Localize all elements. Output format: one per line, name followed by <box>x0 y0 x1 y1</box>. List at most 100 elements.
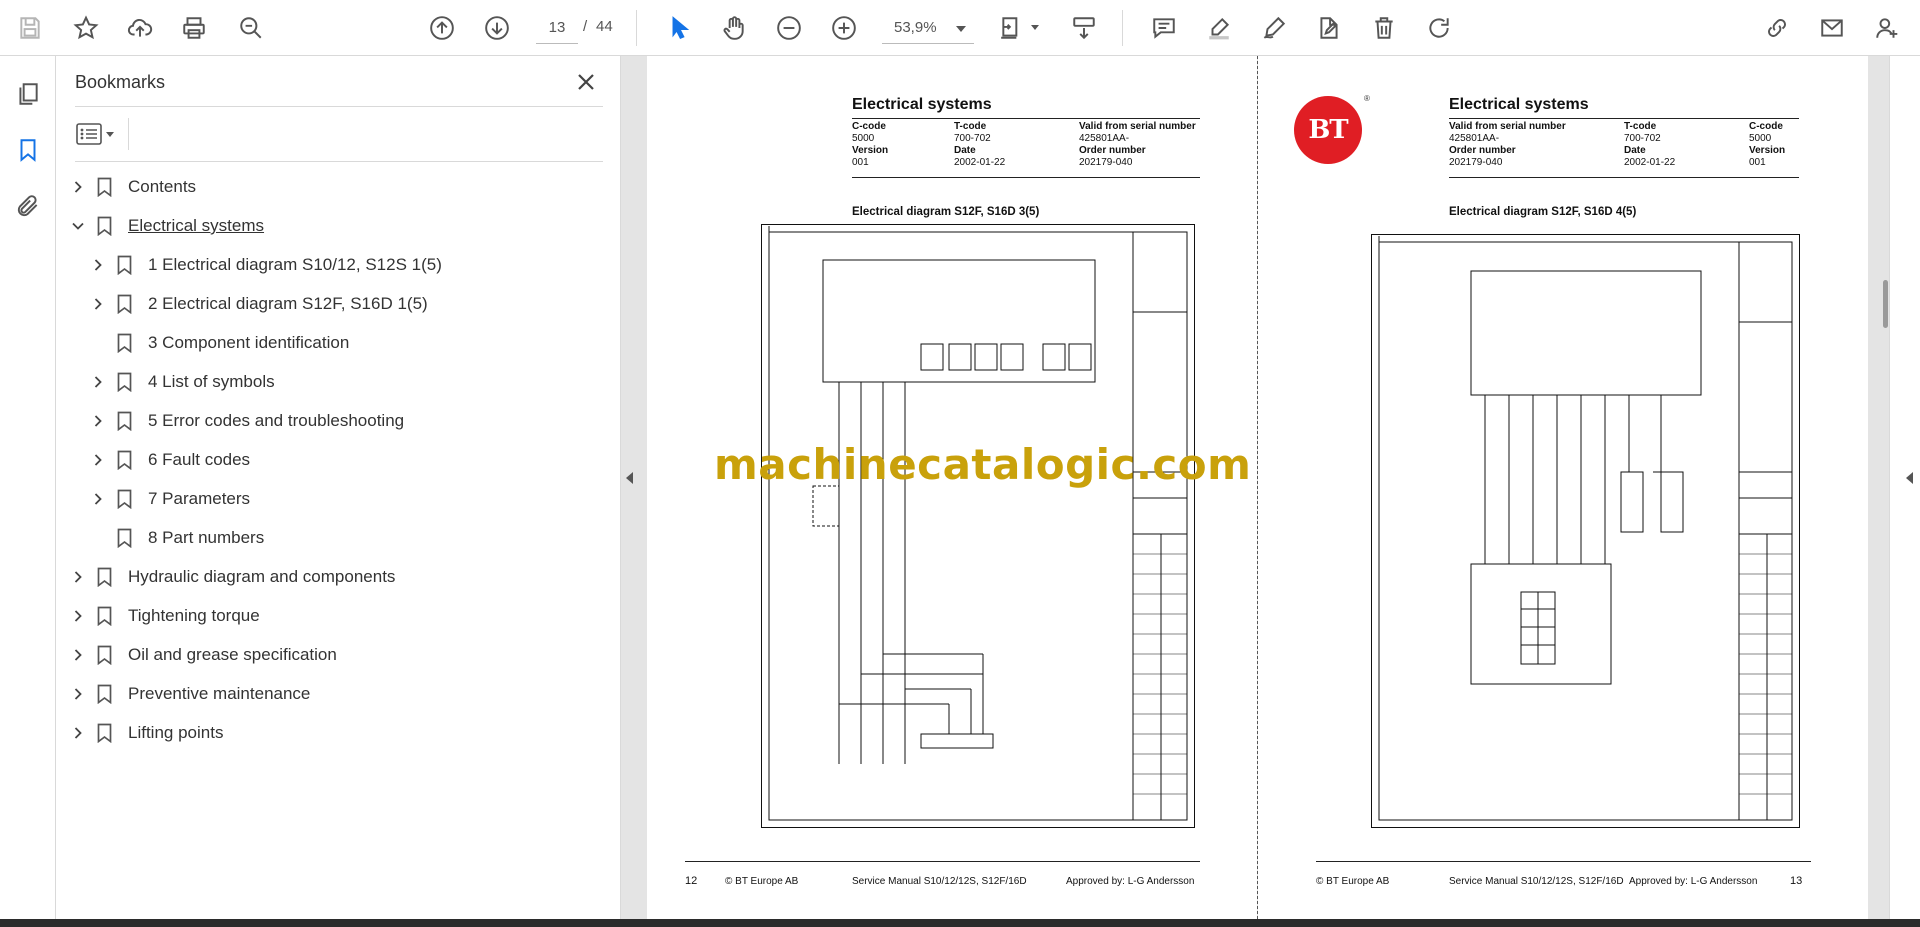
meta-value: 001 <box>852 157 869 168</box>
trash-icon[interactable] <box>1368 12 1400 44</box>
comment-icon[interactable] <box>1148 12 1180 44</box>
bookmark-item[interactable]: Electrical systems <box>68 211 264 241</box>
bookmark-item[interactable]: Preventive maintenance <box>68 679 310 709</box>
bookmarks-panel-icon[interactable] <box>12 134 44 166</box>
page-fit-icon[interactable] <box>996 12 1028 44</box>
panel-title: Bookmarks <box>75 72 166 92</box>
bookmark-icon <box>94 722 114 744</box>
chevron-right-icon[interactable] <box>88 450 108 470</box>
attachments-icon[interactable] <box>12 190 44 222</box>
select-cursor-icon[interactable] <box>664 12 696 44</box>
diagram-title: Electrical diagram S12F, S16D 4(5) <box>1449 206 1637 218</box>
footer-rule <box>1316 861 1811 862</box>
bookmark-item[interactable]: Contents <box>68 172 196 202</box>
meta-value: 001 <box>1749 157 1766 168</box>
bookmark-label: 4 List of symbols <box>148 372 275 391</box>
toolbar-divider <box>636 10 637 46</box>
rotate-icon[interactable] <box>1423 12 1455 44</box>
panel-divider <box>75 106 603 107</box>
meta-col-1: Valid from serial number 425801AA- Order… <box>1449 121 1566 169</box>
email-icon[interactable] <box>1816 12 1848 44</box>
bookmark-icon <box>114 488 134 510</box>
vertical-scrollbar[interactable] <box>1882 56 1889 919</box>
chevron-right-icon[interactable] <box>68 645 88 665</box>
page-number-input[interactable] <box>536 12 578 44</box>
bookmark-label: Oil and grease specification <box>128 645 337 664</box>
hand-tool-icon[interactable] <box>718 12 750 44</box>
bookmark-item[interactable]: Lifting points <box>68 718 223 748</box>
bookmark-label: 5 Error codes and troubleshooting <box>148 411 405 430</box>
sign-pen-icon[interactable] <box>1258 12 1290 44</box>
bookmark-label: 3 Component identification <box>148 333 350 352</box>
chevron-right-icon[interactable] <box>68 684 88 704</box>
bookmark-item[interactable]: Tightening torque <box>68 601 260 631</box>
chevron-right-icon[interactable] <box>68 177 88 197</box>
meta-label: C-code <box>1749 121 1783 132</box>
next-page-icon[interactable] <box>481 12 513 44</box>
bookmark-item[interactable]: 1 Electrical diagram S10/12, S12S 1(5) <box>88 250 442 280</box>
chevron-right-icon[interactable] <box>68 567 88 587</box>
bt-logo: BT <box>1294 96 1362 164</box>
bookmark-item[interactable]: Oil and grease specification <box>68 640 337 670</box>
zoom-out-icon[interactable] <box>773 12 805 44</box>
header-rule <box>852 177 1200 178</box>
chevron-right-icon[interactable] <box>68 606 88 626</box>
bookmark-item[interactable]: Hydraulic diagram and components <box>68 562 395 592</box>
chevron-right-icon[interactable] <box>88 294 108 314</box>
bookmark-options-button[interactable] <box>76 119 124 149</box>
previous-page-icon[interactable] <box>426 12 458 44</box>
chevron-right-icon[interactable] <box>88 372 108 392</box>
page-thumbnails-icon[interactable] <box>12 78 44 110</box>
chevron-right-icon[interactable] <box>68 723 88 743</box>
bookmark-item[interactable]: 3 Component identification <box>88 328 349 358</box>
panel-divider <box>128 118 129 150</box>
scrollbar-thumb[interactable] <box>1883 280 1888 328</box>
footer-manual: Service Manual S10/12/12S, S12F/16D <box>852 876 1027 887</box>
upload-cloud-icon[interactable] <box>124 12 156 44</box>
add-user-icon[interactable] <box>1871 12 1903 44</box>
bookmark-item[interactable]: 7 Parameters <box>88 484 250 514</box>
chevron-right-icon[interactable] <box>88 411 108 431</box>
chevron-left-icon[interactable] <box>1906 472 1913 484</box>
bookmark-label: 8 Part numbers <box>148 528 265 547</box>
meta-label: Order number <box>1449 145 1516 156</box>
bookmark-icon <box>94 644 114 666</box>
zoom-level-dropdown[interactable]: 53,9% <box>882 12 974 44</box>
bookmark-item[interactable]: 2 Electrical diagram S12F, S16D 1(5) <box>88 289 428 319</box>
highlight-pen-icon[interactable] <box>1203 12 1235 44</box>
diagram-title: Electrical diagram S12F, S16D 3(5) <box>852 206 1040 218</box>
bookmark-label: 2 Electrical diagram S12F, S16D 1(5) <box>148 294 428 313</box>
bookmark-icon <box>94 566 114 588</box>
page-number: 13 <box>1790 875 1803 887</box>
registered-mark: ® <box>1364 94 1370 103</box>
section-title: Electrical systems <box>852 96 992 113</box>
close-icon <box>578 74 594 90</box>
share-link-icon[interactable] <box>1761 12 1793 44</box>
header-rule <box>852 118 1200 119</box>
bookmark-item[interactable]: 4 List of symbols <box>88 367 275 397</box>
search-zoom-icon[interactable] <box>235 12 267 44</box>
scroll-mode-icon[interactable] <box>1068 12 1100 44</box>
chevron-down-icon <box>956 26 966 32</box>
chevron-right-icon[interactable] <box>88 489 108 509</box>
save-icon[interactable] <box>14 12 46 44</box>
meta-value: 425801AA- <box>1079 133 1130 144</box>
chevron-down-icon[interactable] <box>1031 25 1039 30</box>
footer-approved: Approved by: L-G Andersson <box>1066 876 1195 887</box>
bookmark-item[interactable]: 5 Error codes and troubleshooting <box>88 406 404 436</box>
edit-document-icon[interactable] <box>1313 12 1345 44</box>
meta-value: 2002-01-22 <box>1624 157 1676 168</box>
print-icon[interactable] <box>178 12 210 44</box>
chevron-down-icon[interactable] <box>68 216 88 236</box>
bookmark-item[interactable]: 6 Fault codes <box>88 445 250 475</box>
bookmark-icon <box>94 683 114 705</box>
bookmark-star-icon[interactable] <box>70 12 102 44</box>
page-total: 44 <box>596 18 613 35</box>
bookmark-item[interactable]: 8 Part numbers <box>88 523 264 553</box>
chevron-right-icon[interactable] <box>88 255 108 275</box>
collapse-left-panel-handle[interactable] <box>626 472 633 484</box>
close-panel-button[interactable] <box>572 68 600 96</box>
zoom-in-icon[interactable] <box>828 12 860 44</box>
bookmark-icon <box>114 371 134 393</box>
